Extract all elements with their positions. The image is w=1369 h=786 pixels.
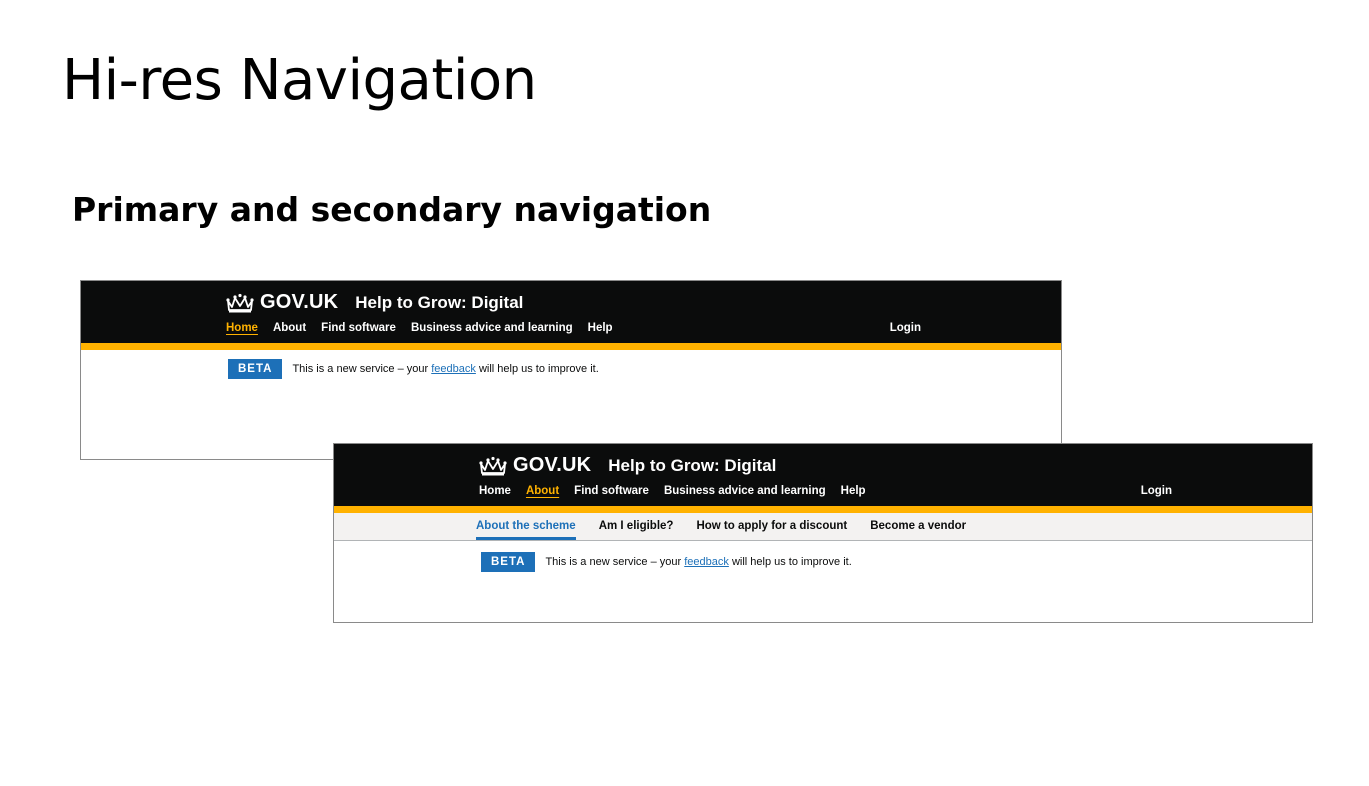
govuk-brand[interactable]: GOV.UK Help to Grow: Digital — [479, 454, 776, 477]
banner-text-post: will help us to improve it. — [478, 363, 599, 375]
nav-item-about[interactable]: About — [526, 485, 559, 497]
govuk-brand[interactable]: GOV.UK Help to Grow: Digital — [226, 291, 523, 314]
secondary-navigation-screenshot: GOV.UK Help to Grow: Digital Home About … — [333, 443, 1313, 623]
primary-navigation-screenshot: GOV.UK Help to Grow: Digital Home About … — [80, 280, 1062, 460]
nav-item-find-software[interactable]: Find software — [321, 322, 396, 334]
phase-banner-text: This is a new service – your feedback wi… — [545, 556, 851, 568]
feedback-link[interactable]: feedback — [431, 363, 476, 375]
service-name[interactable]: Help to Grow: Digital — [355, 293, 523, 313]
site-header: GOV.UK Help to Grow: Digital Home About … — [334, 444, 1312, 506]
primary-nav: Home About Find software Business advice… — [226, 322, 628, 334]
banner-text-post: will help us to improve it. — [731, 556, 852, 568]
nav-item-home[interactable]: Home — [479, 485, 511, 497]
primary-nav: Home About Find software Business advice… — [479, 485, 881, 497]
banner-text-pre: This is a new service – your — [292, 363, 429, 375]
subnav-item-about-the-scheme[interactable]: About the scheme — [476, 513, 576, 540]
login-link[interactable]: Login — [890, 322, 921, 334]
feedback-link[interactable]: feedback — [684, 556, 729, 568]
subnav-item-how-to-apply[interactable]: How to apply for a discount — [696, 513, 847, 540]
phase-banner: BETA This is a new service – your feedba… — [228, 359, 599, 379]
nav-item-help[interactable]: Help — [841, 485, 866, 497]
nav-item-business-advice[interactable]: Business advice and learning — [411, 322, 573, 334]
secondary-nav: About the scheme Am I eligible? How to a… — [334, 513, 1312, 541]
banner-text-pre: This is a new service – your — [545, 556, 682, 568]
nav-item-home[interactable]: Home — [226, 322, 258, 334]
beta-tag: BETA — [481, 552, 536, 572]
header-accent-bar — [334, 506, 1312, 513]
crown-icon — [479, 456, 507, 475]
govuk-logo-text: GOV.UK — [260, 291, 339, 313]
nav-item-help[interactable]: Help — [588, 322, 613, 334]
slide-subtitle: Primary and secondary navigation — [72, 190, 712, 229]
subnav-item-am-i-eligible[interactable]: Am I eligible? — [599, 513, 674, 540]
phase-banner-text: This is a new service – your feedback wi… — [292, 363, 598, 375]
site-header: GOV.UK Help to Grow: Digital Home About … — [81, 281, 1061, 343]
beta-tag: BETA — [228, 359, 283, 379]
slide-title: Hi-res Navigation — [62, 48, 537, 113]
crown-icon — [226, 293, 254, 312]
nav-item-find-software[interactable]: Find software — [574, 485, 649, 497]
nav-item-business-advice[interactable]: Business advice and learning — [664, 485, 826, 497]
nav-item-about[interactable]: About — [273, 322, 306, 334]
phase-banner: BETA This is a new service – your feedba… — [481, 552, 852, 572]
subnav-item-become-a-vendor[interactable]: Become a vendor — [870, 513, 966, 540]
service-name[interactable]: Help to Grow: Digital — [608, 456, 776, 476]
login-link[interactable]: Login — [1141, 485, 1172, 497]
govuk-logo-text: GOV.UK — [513, 454, 592, 476]
header-accent-bar — [81, 343, 1061, 350]
